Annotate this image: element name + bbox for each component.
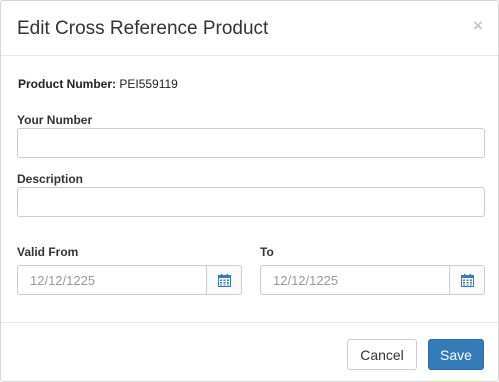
product-number-value: PEI559119 bbox=[119, 77, 178, 91]
description-label: Description bbox=[17, 172, 84, 186]
calendar-icon bbox=[217, 273, 231, 287]
description-input[interactable] bbox=[17, 187, 485, 217]
valid-from-date-picker bbox=[17, 265, 242, 295]
your-number-input[interactable] bbox=[17, 128, 485, 158]
valid-to-calendar-button[interactable] bbox=[450, 265, 485, 295]
valid-to-date-picker bbox=[260, 265, 485, 295]
dialog-title: Edit Cross Reference Product bbox=[17, 18, 269, 39]
your-number-label: Your Number bbox=[17, 113, 93, 127]
valid-to-label: To bbox=[260, 245, 274, 259]
dialog-footer: Cancel Save bbox=[1, 322, 498, 382]
close-icon[interactable]: × bbox=[470, 17, 486, 35]
valid-from-calendar-button[interactable] bbox=[207, 265, 242, 295]
valid-from-input[interactable] bbox=[17, 265, 207, 295]
product-number: Product Number: PEI559119 bbox=[18, 77, 178, 91]
valid-from-label: Valid From bbox=[17, 245, 79, 259]
product-number-label: Product Number: bbox=[18, 77, 117, 91]
dialog-header: Edit Cross Reference Product × bbox=[1, 1, 498, 56]
save-button[interactable]: Save bbox=[428, 339, 484, 370]
calendar-icon bbox=[460, 273, 474, 287]
valid-to-input[interactable] bbox=[260, 265, 450, 295]
edit-cross-reference-dialog: Edit Cross Reference Product × Product N… bbox=[0, 0, 499, 382]
cancel-button[interactable]: Cancel bbox=[347, 339, 417, 370]
